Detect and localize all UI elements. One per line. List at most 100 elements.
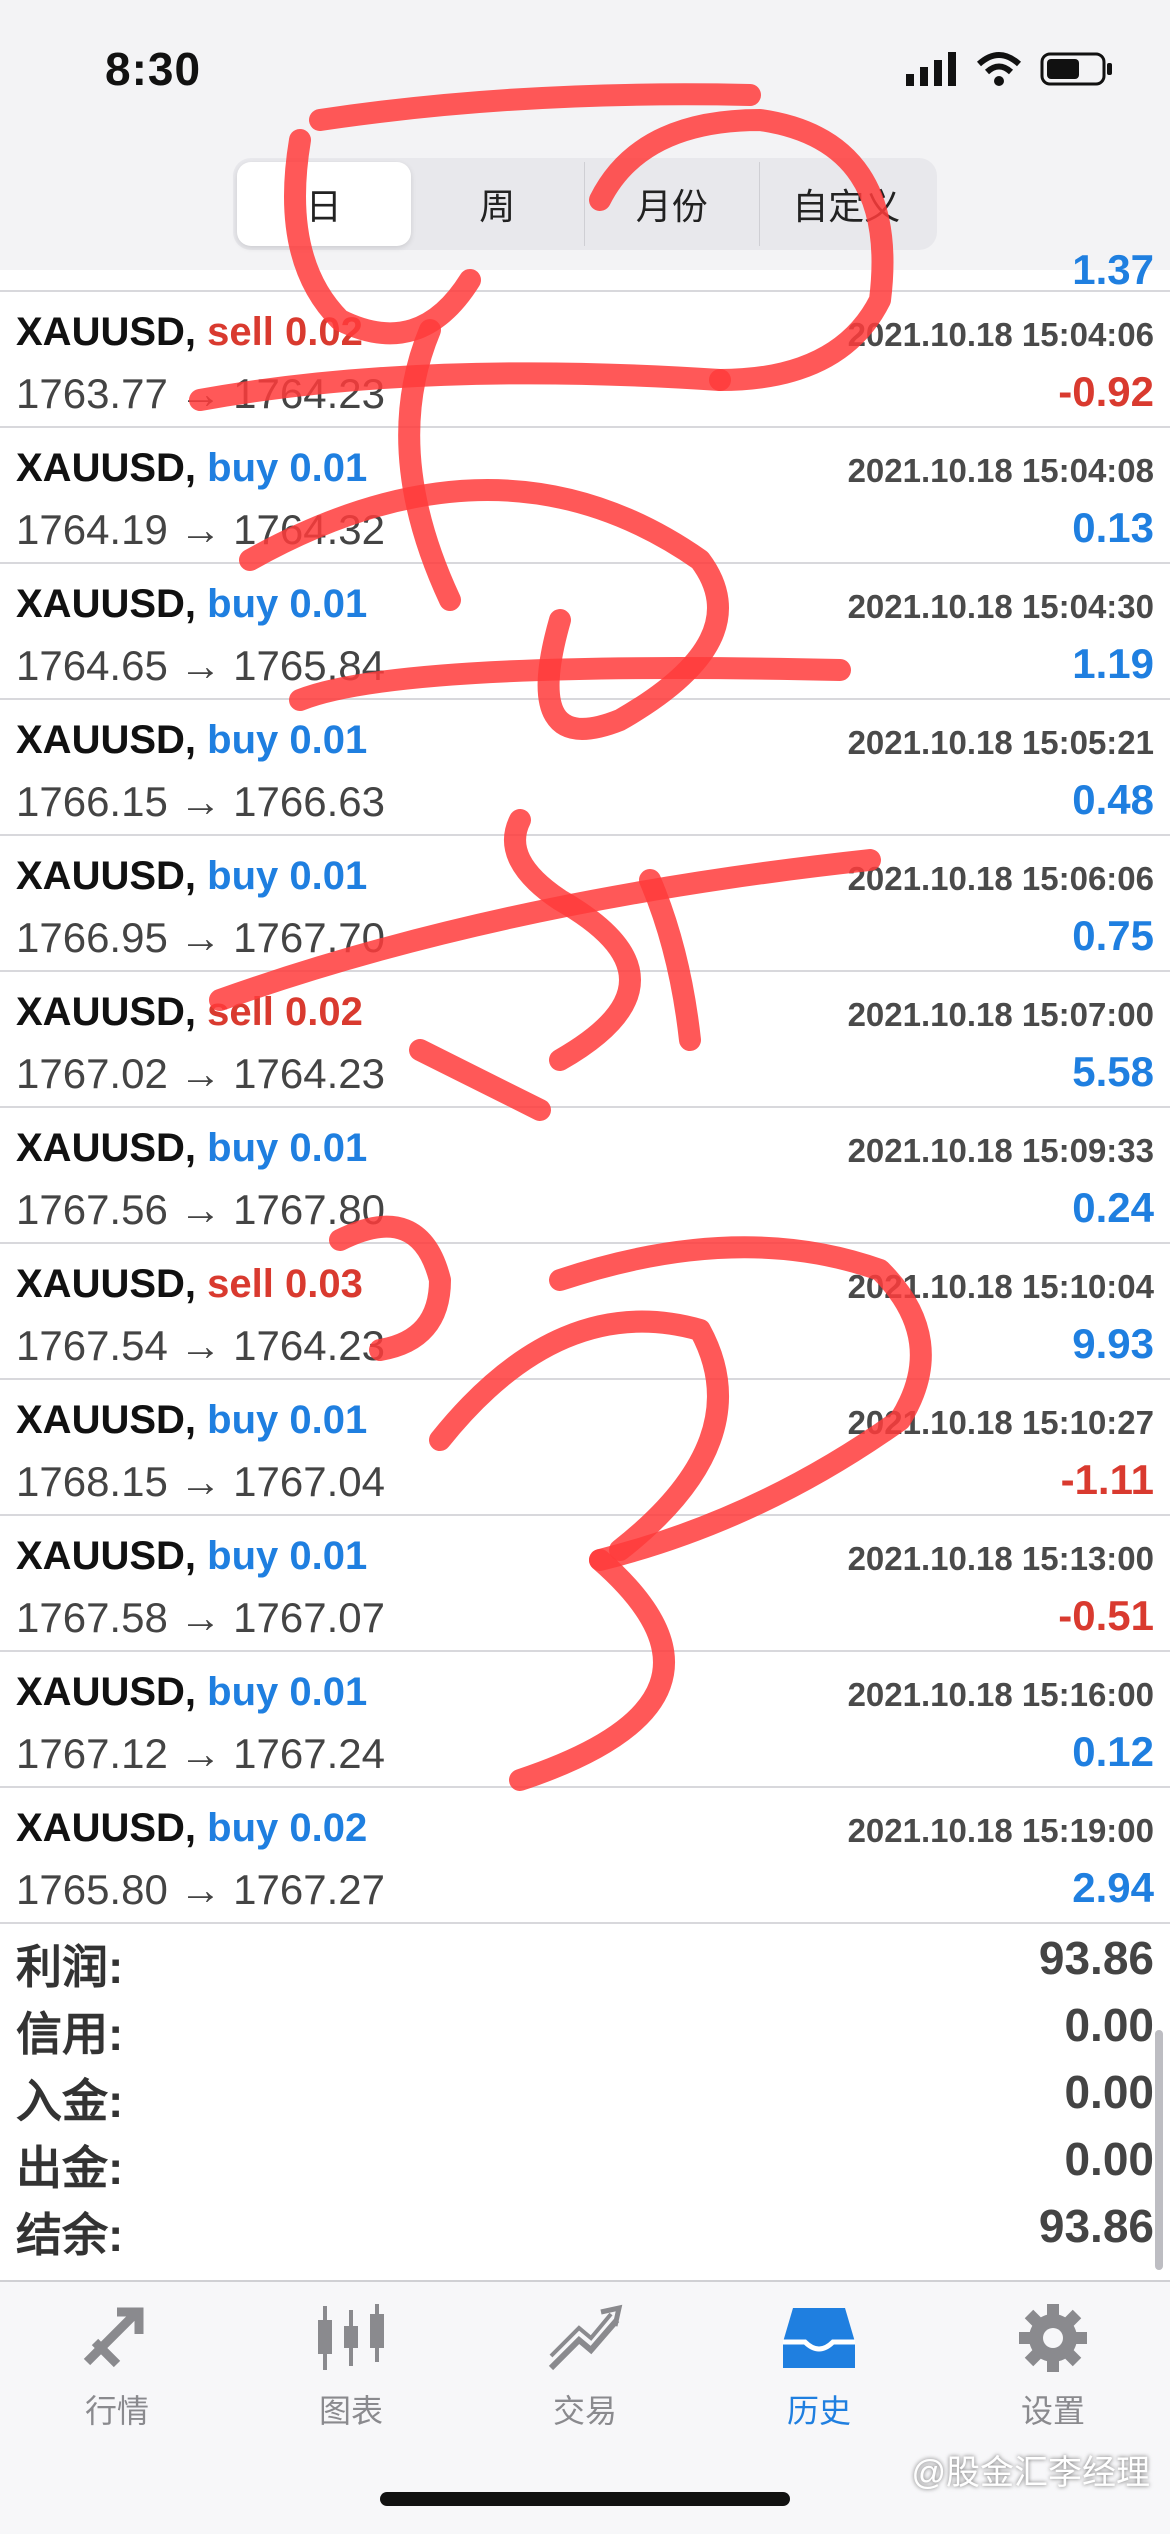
table-row[interactable]: XAUUSD, sell 0.03 2021.10.18 15:10:04 1767… [0,1244,1170,1380]
history-icon [783,2308,855,2368]
table-row[interactable]: XAUUSD, buy 0.01 2021.10.18 15:09:33 1767.… [0,1108,1170,1244]
trade-symbol: XAUUSD, buy 0.01 [16,1126,367,1171]
tab-label: 交易 [552,2393,617,2429]
trade-type: buy 0.01 [207,446,368,490]
trade-profit: 1.37 [1072,246,1154,293]
trade-time: 2021.10.18 15:19:00 [847,1812,1154,1849]
summary-value: 0.00 [1064,2066,1154,2118]
tab-trade[interactable]: 交易 [468,2302,702,2462]
wifi-icon [976,52,1022,86]
summary-value: 0.00 [1064,2133,1154,2185]
trade-prices: 1767.12 → 1767.24 [16,1730,385,1777]
summary-value: 93.86 [1038,2200,1154,2252]
trade-prices: 1766.15 → 1766.63 [16,778,385,825]
trade-profit: -0.51 [1058,1592,1154,1639]
trade-prices: 1767.54 → 1764.23 [16,1322,385,1369]
table-row[interactable]: XAUUSD, buy 0.01 2021.10.18 15:04:08 1764.… [0,428,1170,564]
summary-label: 结余: [16,2209,124,2261]
trade-prices: 1764.65 → 1765.84 [16,642,385,689]
trade-symbol: XAUUSD, sell 0.02 [16,990,363,1035]
table-row[interactable]: XAUUSD, buy 0.01 2021.10.18 15:16:00 1767.… [0,1652,1170,1788]
quotes-icon [83,2307,144,2368]
trade-profit: -0.92 [1058,368,1154,415]
trade-prices: 1766.95 → 1767.70 [16,914,385,961]
trade-symbol-name: XAUUSD, [16,1262,197,1306]
trade-profit: 0.13 [1072,504,1154,551]
trade-profit: 9.93 [1072,1320,1154,1367]
status-icons [906,52,1114,86]
tab-label: 图表 [318,2393,383,2429]
trade-profit: -1.11 [1060,1456,1154,1503]
trade-type: buy 0.01 [207,1670,368,1714]
table-row[interactable]: XAUUSD, buy 0.01 2021.10.18 15:13:00 1767.… [0,1516,1170,1652]
scrollbar[interactable] [1155,2030,1163,2270]
summary-value: 93.86 [1038,1932,1154,1984]
trade-time: 2021.10.18 15:09:33 [847,1132,1154,1169]
trade-profit: 5.58 [1072,1048,1154,1095]
trade-symbol-name: XAUUSD, [16,990,197,1034]
trade-profit: 0.75 [1072,912,1154,959]
tab-quotes[interactable]: 行情 [0,2302,234,2462]
trade-symbol: XAUUSD, buy 0.02 [16,1806,367,1851]
segment-month[interactable]: 月份 [585,162,760,246]
trade-prices: 1767.56 → 1767.80 [16,1186,385,1233]
settings-icon [1019,2304,1087,2372]
trade-prices: 1765.80 → 1767.27 [16,1866,385,1913]
trade-symbol: XAUUSD, sell 0.02 [16,310,363,355]
trade-symbol-name: XAUUSD, [16,1126,197,1170]
tab-history[interactable]: 历史 [702,2302,936,2462]
table-row[interactable]: XAUUSD, buy 0.01 2021.10.18 15:10:27 1768.… [0,1380,1170,1516]
tab-label: 设置 [1020,2393,1085,2429]
table-row[interactable]: XAUUSD, buy 0.02 2021.10.18 15:19:00 1765.… [0,1788,1170,1924]
tab-chart[interactable]: 图表 [234,2302,468,2462]
table-row[interactable]: 1.37 [0,246,1170,293]
trade-type: buy 0.01 [207,582,368,626]
trade-symbol-name: XAUUSD, [16,446,197,490]
trade-time: 2021.10.18 15:05:21 [847,724,1154,761]
trade-profit: 0.24 [1072,1184,1154,1231]
trade-time: 2021.10.18 15:16:00 [847,1676,1154,1713]
trade-symbol: XAUUSD, buy 0.01 [16,1398,367,1443]
table-row[interactable]: XAUUSD, buy 0.01 2021.10.18 15:05:21 1766.… [0,700,1170,836]
segment-week[interactable]: 周 [411,162,585,246]
trade-profit: 2.94 [1072,1864,1154,1911]
trade-symbol-name: XAUUSD, [16,854,197,898]
trade-prices: 1767.58 → 1767.07 [16,1594,385,1641]
summary-label: 入金: [16,2075,124,2127]
table-row[interactable]: XAUUSD, sell 0.02 2021.10.18 15:04:06 1763… [0,292,1170,428]
trade-type: sell 0.02 [207,990,363,1034]
summary-row-balance: 结余: 93.86 [0,2193,1170,2261]
trade-profit: 0.48 [1072,776,1154,823]
trade-prices: 1763.77 → 1764.23 [16,370,385,417]
trade-time: 2021.10.18 15:04:06 [847,316,1154,353]
battery-icon [1040,52,1112,86]
trade-symbol-name: XAUUSD, [16,718,197,762]
trade-profit: 0.12 [1072,1728,1154,1775]
tab-settings[interactable]: 设置 [936,2302,1170,2462]
table-row[interactable]: XAUUSD, buy 0.01 2021.10.18 15:06:06 1766.… [0,836,1170,972]
trade-type: sell 0.03 [207,1262,363,1306]
trade-time: 2021.10.18 15:13:00 [847,1540,1154,1577]
trade-type: buy 0.01 [207,1534,368,1578]
trade-symbol: XAUUSD, buy 0.01 [16,1670,367,1715]
trade-type: sell 0.02 [207,310,363,354]
table-row[interactable]: XAUUSD, buy 0.01 2021.10.18 15:04:30 1764.… [0,564,1170,700]
status-time: 8:30 [105,43,202,95]
segment-custom[interactable]: 自定义 [760,162,934,246]
trade-time: 2021.10.18 15:04:30 [847,588,1154,625]
trade-symbol: XAUUSD, buy 0.01 [16,854,367,899]
summary-row-profit: 利润: 93.86 [0,1925,1170,1993]
trade-symbol: XAUUSD, buy 0.01 [16,718,367,763]
trade-time: 2021.10.18 15:04:08 [847,452,1154,489]
table-row[interactable]: XAUUSD, sell 0.02 2021.10.18 15:07:00 1767… [0,972,1170,1108]
trade-icon [548,2304,623,2371]
summary-label: 信用: [16,2008,124,2060]
trade-prices: 1764.19 → 1764.32 [16,506,385,553]
home-indicator[interactable] [380,2492,790,2506]
trade-time: 2021.10.18 15:10:04 [847,1268,1154,1305]
trade-symbol-name: XAUUSD, [16,1398,197,1442]
trade-history-list[interactable]: 1.37 XAUUSD, sell 0.02 2021.10.18 15:04:0… [0,246,1170,1924]
trade-profit: 1.19 [1072,640,1154,687]
summary-value: 0.00 [1064,1999,1154,2051]
segment-day[interactable]: 日 [237,162,411,246]
